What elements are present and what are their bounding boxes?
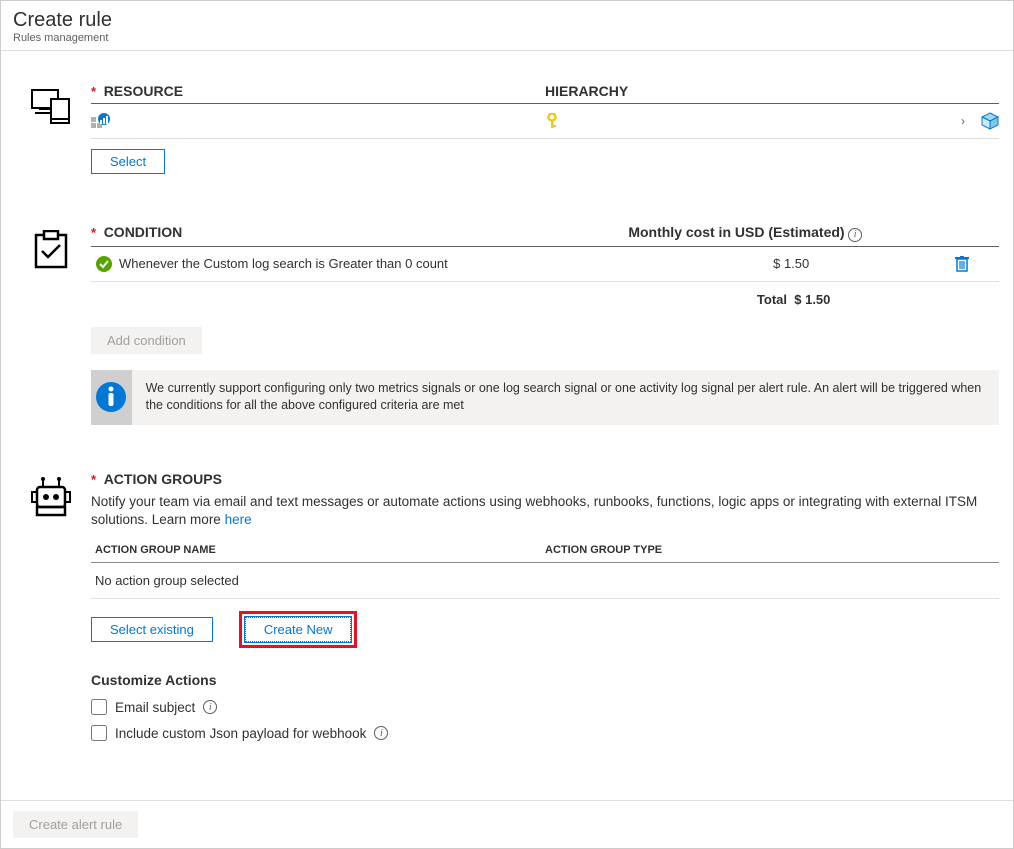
condition-text: Whenever the Custom log search is Greate…	[119, 256, 448, 271]
select-resource-button[interactable]: Select	[91, 149, 165, 174]
condition-cost: $ 1.50	[627, 256, 955, 271]
footer: Create alert rule	[1, 800, 1013, 848]
add-condition-button: Add condition	[91, 327, 202, 354]
condition-section-icon	[11, 224, 91, 425]
create-alert-rule-button: Create alert rule	[13, 811, 138, 838]
clipboard-check-icon	[33, 230, 69, 270]
resource-section: * RESOURCE HIERARCHY	[11, 83, 1003, 174]
monitor-devices-icon	[31, 89, 71, 125]
ag-col-name: ACTION GROUP NAME	[95, 544, 545, 556]
learn-more-link[interactable]: here	[225, 512, 252, 527]
action-groups-label: ACTION GROUPS	[104, 471, 222, 487]
condition-label: CONDITION	[104, 224, 183, 240]
total-value: $ 1.50	[794, 292, 830, 307]
robot-icon	[31, 477, 71, 519]
json-payload-checkbox[interactable]	[91, 725, 107, 741]
customize-actions-title: Customize Actions	[91, 672, 999, 688]
info-icon[interactable]: i	[203, 700, 217, 714]
action-groups-section-icon	[11, 471, 91, 747]
cube-icon	[981, 112, 999, 130]
total-label: Total	[757, 292, 787, 307]
info-icon[interactable]: i	[374, 726, 388, 740]
hierarchy-label: HIERARCHY	[545, 83, 628, 99]
chevron-right-icon: ›	[961, 114, 965, 128]
cost-label: Monthly cost in USD (Estimated)	[628, 224, 844, 240]
required-asterisk: *	[91, 472, 96, 487]
create-new-highlight: Create New	[239, 611, 358, 648]
key-icon	[545, 113, 559, 129]
select-existing-button[interactable]: Select existing	[91, 617, 213, 642]
info-banner: We currently support configuring only tw…	[91, 370, 999, 425]
page-title: Create rule	[13, 9, 1001, 32]
condition-row[interactable]: Whenever the Custom log search is Greate…	[91, 247, 999, 282]
resource-item-icon	[91, 113, 111, 129]
create-new-button[interactable]: Create New	[245, 617, 352, 642]
email-subject-label: Email subject	[115, 700, 195, 715]
required-asterisk: *	[91, 225, 96, 240]
info-icon[interactable]: i	[848, 228, 862, 242]
resource-section-icon	[11, 83, 91, 174]
page-header: Create rule Rules management	[1, 1, 1013, 51]
banner-text: We currently support configuring only tw…	[132, 370, 999, 425]
customize-actions: Customize Actions Email subject i Includ…	[91, 672, 999, 746]
action-groups-section: * ACTION GROUPS Notify your team via ema…	[11, 471, 1003, 747]
ag-empty-row: No action group selected	[91, 562, 999, 599]
required-asterisk: *	[91, 84, 96, 99]
info-circle-icon	[94, 380, 128, 414]
condition-section: * CONDITION Monthly cost in USD (Estimat…	[11, 224, 1003, 425]
resource-label: RESOURCE	[104, 83, 183, 99]
ag-col-type: ACTION GROUP TYPE	[545, 544, 995, 556]
email-subject-checkbox[interactable]	[91, 699, 107, 715]
json-payload-row[interactable]: Include custom Json payload for webhook …	[91, 720, 999, 746]
delete-icon[interactable]	[955, 256, 969, 272]
check-circle-icon	[95, 255, 113, 273]
json-payload-label: Include custom Json payload for webhook	[115, 726, 366, 741]
action-groups-description: Notify your team via email and text mess…	[91, 493, 999, 531]
email-subject-row[interactable]: Email subject i	[91, 694, 999, 720]
page-subtitle: Rules management	[13, 32, 1001, 44]
